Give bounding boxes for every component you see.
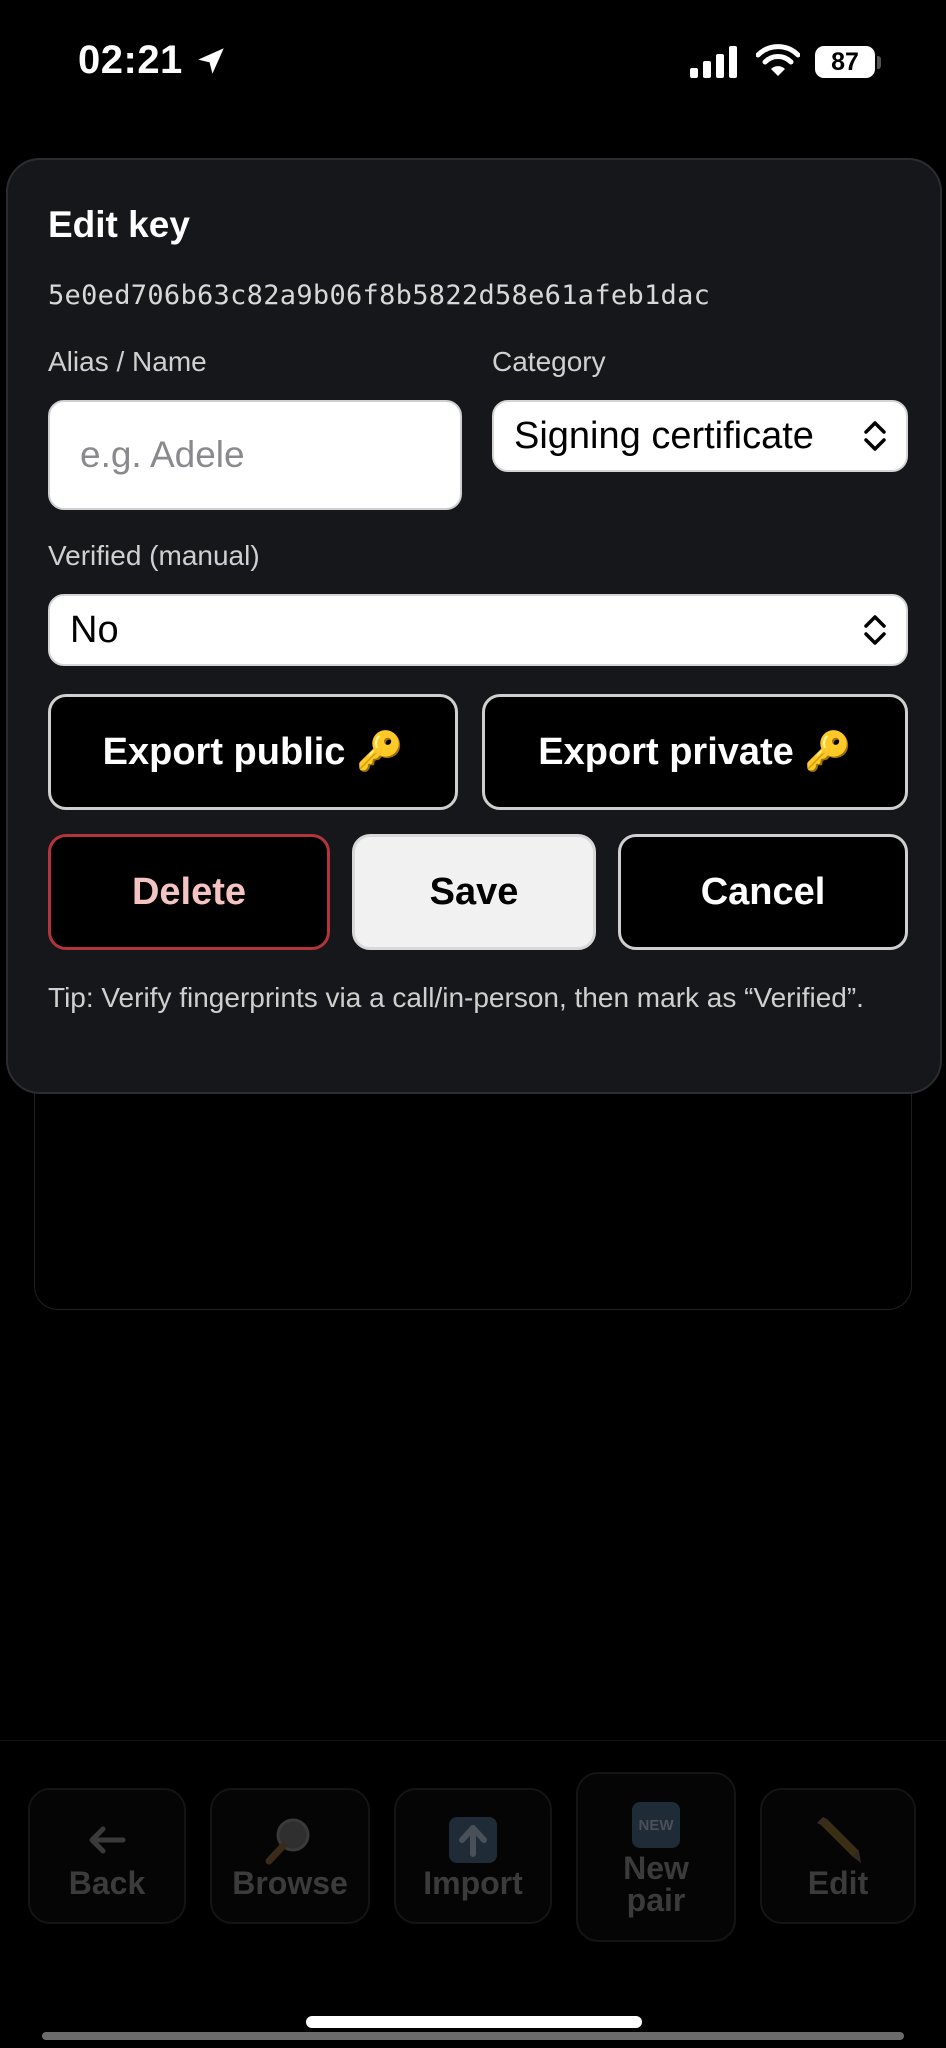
alias-label: Alias / Name: [48, 346, 207, 377]
location-arrow-icon: [198, 48, 224, 74]
new-pair-label: New pair: [623, 1850, 689, 1918]
category-label: Category: [492, 346, 606, 377]
back-button[interactable]: Back: [28, 1788, 186, 1924]
verified-select[interactable]: No: [48, 594, 908, 666]
bottom-scroll-strip: [42, 2032, 904, 2040]
import-label: Import: [423, 1865, 523, 1901]
new-badge-icon: NEW: [632, 1798, 680, 1852]
export-public-button[interactable]: Export public 🔑: [48, 694, 458, 810]
save-button[interactable]: Save: [352, 834, 596, 950]
edit-button[interactable]: Edit: [760, 1788, 916, 1924]
key-fingerprint: 5e0ed706b63c82a9b06f8b5822d58e61afeb1dac: [48, 280, 711, 311]
browse-label: Browse: [232, 1865, 348, 1901]
tip-text: Tip: Verify fingerprints via a call/in-p…: [48, 982, 864, 1013]
export-private-button[interactable]: Export private 🔑: [482, 694, 908, 810]
upload-icon: [448, 1813, 498, 1867]
new-pair-button[interactable]: NEW New pair: [576, 1772, 736, 1942]
chevron-updown-icon: [864, 615, 886, 645]
alias-input[interactable]: [48, 400, 462, 510]
magnifier-icon: [263, 1813, 317, 1867]
modal-title: Edit key: [48, 204, 190, 245]
battery-level: 87: [815, 46, 875, 78]
status-time: 02:21: [78, 38, 183, 82]
signal-icon: [690, 46, 737, 78]
edit-label: Edit: [807, 1865, 869, 1901]
battery-icon: 87: [815, 46, 881, 80]
background-card: [34, 1060, 912, 1310]
category-value: Signing certificate: [514, 414, 814, 457]
wifi-icon: [756, 44, 800, 76]
new-badge: NEW: [632, 1802, 680, 1848]
toolbar-divider: [0, 1740, 946, 1741]
arrow-left-icon: [87, 1813, 127, 1867]
edit-key-modal: Edit key 5e0ed706b63c82a9b06f8b5822d58e6…: [6, 158, 942, 1094]
verified-label: Verified (manual): [48, 540, 260, 571]
status-bar: 02:21 87: [0, 0, 946, 120]
browse-button[interactable]: Browse: [210, 1788, 370, 1924]
back-label: Back: [68, 1865, 146, 1901]
chevron-updown-icon: [864, 421, 886, 451]
home-indicator: [306, 2016, 642, 2028]
delete-button[interactable]: Delete: [48, 834, 330, 950]
import-button[interactable]: Import: [394, 1788, 552, 1924]
category-select[interactable]: Signing certificate: [492, 400, 908, 472]
verified-value: No: [70, 608, 119, 651]
cancel-button[interactable]: Cancel: [618, 834, 908, 950]
pencil-icon: [813, 1813, 863, 1867]
